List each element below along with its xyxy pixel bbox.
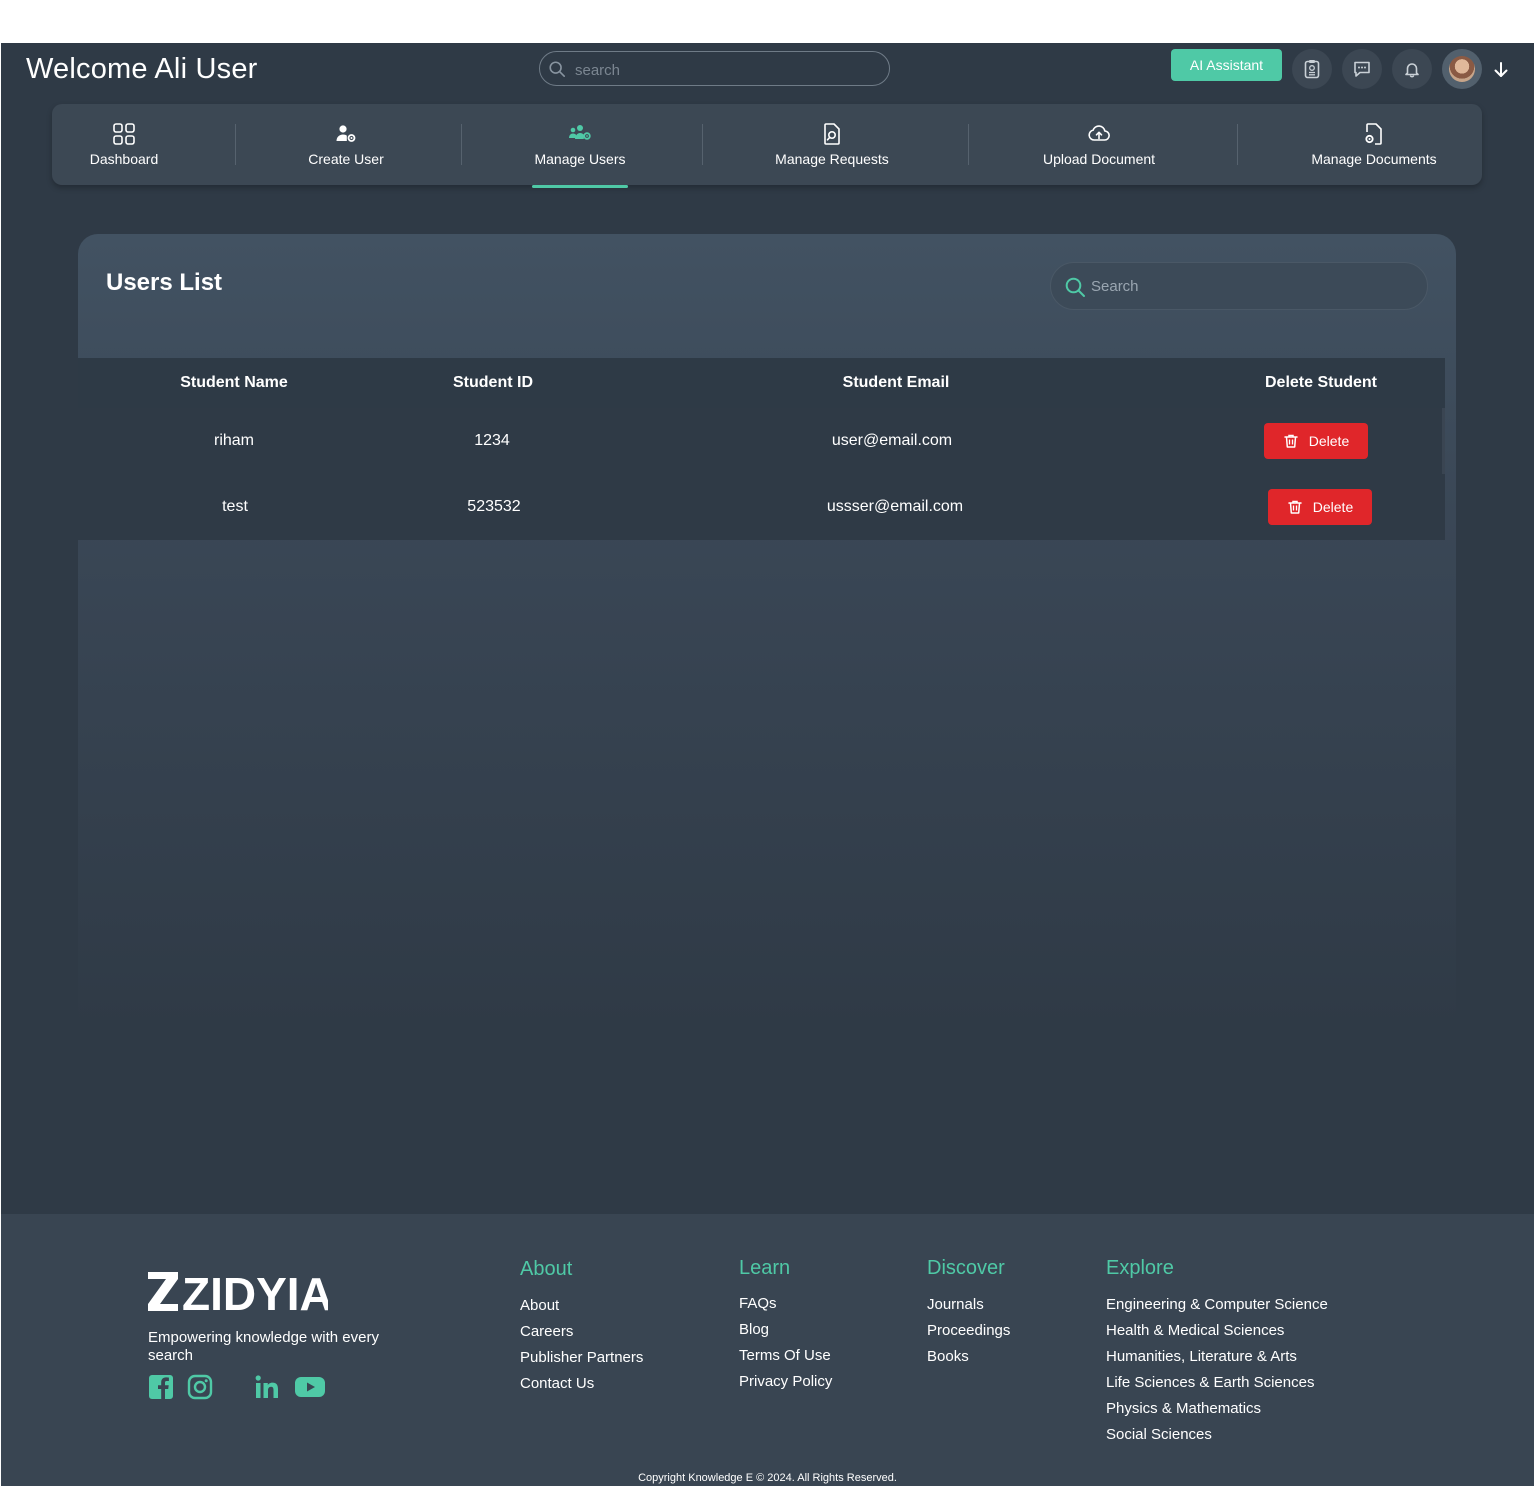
top-search-input[interactable] (575, 59, 875, 81)
footer-link[interactable]: Proceedings (927, 1318, 1010, 1344)
avatar-photo (1449, 56, 1475, 82)
footer-link[interactable]: Publisher Partners (520, 1345, 643, 1371)
copyright-text: Copyright Knowledge E © 2024. All Rights… (638, 1472, 897, 1484)
footer-link[interactable]: Humanities, Literature & Arts (1106, 1344, 1328, 1370)
column-header-delete: Delete Student (1264, 374, 1378, 391)
top-search-box[interactable] (539, 51, 890, 86)
delete-button[interactable]: Delete (1268, 489, 1372, 525)
footer-link[interactable]: Physics & Mathematics (1106, 1396, 1328, 1422)
app-window: Welcome Ali User AI Assistant Dashboard … (1, 43, 1534, 1214)
users-search-input[interactable] (1091, 275, 1411, 297)
footer-link[interactable]: Contact Us (520, 1371, 643, 1397)
nav-item-dashboard[interactable]: Dashboard (86, 104, 162, 185)
users-gear-icon (569, 125, 591, 140)
footer-link[interactable]: About (520, 1293, 643, 1319)
grid-icon (113, 123, 135, 145)
student-name: riham (213, 432, 255, 449)
nav-divider (1237, 124, 1238, 165)
user-gear-icon (336, 125, 356, 142)
bell-icon (1405, 63, 1419, 78)
footer-heading: Discover (927, 1257, 1005, 1279)
users-list-card: Users List Student Name Student ID Stude… (78, 234, 1456, 1031)
document-search-icon (824, 123, 840, 145)
footer-link[interactable]: FAQs (739, 1291, 832, 1317)
notifications-button[interactable] (1392, 49, 1432, 89)
svg-text:ZIDYIA: ZIDYIA (182, 1268, 328, 1316)
nav-item-manage-requests[interactable]: Manage Requests (772, 104, 892, 185)
messages-button[interactable] (1342, 49, 1382, 89)
footer-heading: Explore (1106, 1257, 1174, 1279)
facebook-icon[interactable] (148, 1374, 174, 1400)
welcome-title: Welcome Ali User (26, 53, 258, 85)
footer-heading: About (520, 1258, 573, 1280)
instagram-icon[interactable] (187, 1374, 213, 1400)
column-header-email: Student Email (842, 374, 950, 391)
footer-column-about: About About Careers Publisher Partners C… (520, 1258, 643, 1397)
footer-link[interactable]: Life Sciences & Earth Sciences (1106, 1370, 1328, 1396)
footer-link[interactable]: Careers (520, 1319, 643, 1345)
footer-link[interactable]: Health & Medical Sciences (1106, 1318, 1328, 1344)
card-title: Users List (106, 269, 223, 296)
search-icon (549, 61, 566, 78)
student-id: 1234 (474, 432, 510, 449)
active-tab-indicator (532, 185, 628, 188)
nav-label: Create User (308, 151, 384, 167)
nav-label: Dashboard (89, 151, 159, 167)
delete-button[interactable]: Delete (1264, 423, 1368, 459)
cloud-upload-icon (1088, 125, 1110, 141)
search-icon (1065, 277, 1085, 297)
nav-label: Manage Documents (1311, 151, 1437, 167)
footer-link[interactable]: Blog (739, 1317, 832, 1343)
ai-assistant-button[interactable]: AI Assistant (1171, 49, 1282, 81)
youtube-icon[interactable] (294, 1374, 326, 1400)
nav-divider (702, 124, 703, 165)
nav-divider (461, 124, 462, 165)
arrow-down-icon[interactable] (1492, 61, 1510, 79)
table-row: test 523532 ussser@email.com Delete (78, 474, 1445, 540)
zidyia-logo[interactable]: ZIDYIA (148, 1266, 328, 1316)
nav-label: Upload Document (1042, 151, 1156, 167)
student-email: user@email.com (831, 432, 953, 449)
column-header-name: Student Name (180, 374, 288, 391)
clipboard-button[interactable] (1292, 49, 1332, 89)
nav-divider (968, 124, 969, 165)
nav-item-manage-users[interactable]: Manage Users (532, 104, 628, 185)
users-search-box[interactable] (1050, 262, 1428, 310)
footer-link[interactable]: Engineering & Computer Science (1106, 1292, 1328, 1318)
main-nav: Dashboard Create User Manage Users Manag… (52, 104, 1482, 185)
document-gear-icon (1365, 123, 1382, 145)
student-email: ussser@email.com (826, 498, 964, 515)
delete-label: Delete (1308, 433, 1350, 449)
student-id: 523532 (467, 498, 521, 515)
trash-icon (1284, 434, 1298, 448)
nav-item-manage-documents[interactable]: Manage Documents (1306, 104, 1442, 185)
table-row: riham 1234 user@email.com Delete (78, 408, 1445, 474)
footer-link[interactable]: Social Sciences (1106, 1422, 1328, 1448)
student-name: test (222, 498, 248, 515)
nav-item-upload-document[interactable]: Upload Document (1038, 104, 1160, 185)
footer-heading: Learn (739, 1257, 791, 1279)
nav-label: Manage Requests (775, 151, 889, 167)
site-footer: ZIDYIA Empowering knowledge with every s… (1, 1214, 1534, 1486)
footer-link[interactable]: Books (927, 1344, 1010, 1370)
footer-link[interactable]: Privacy Policy (739, 1369, 832, 1395)
clipboard-icon (1304, 60, 1320, 79)
footer-column-explore: Explore Engineering & Computer Science H… (1106, 1257, 1328, 1448)
footer-column-learn: Learn FAQs Blog Terms Of Use Privacy Pol… (739, 1257, 832, 1395)
column-header-id: Student ID (453, 374, 533, 391)
delete-label: Delete (1312, 499, 1354, 515)
trash-icon (1288, 500, 1302, 514)
footer-column-discover: Discover Journals Proceedings Books (927, 1257, 1010, 1370)
footer-link[interactable]: Journals (927, 1292, 1010, 1318)
table-header: Student Name Student ID Student Email De… (78, 358, 1445, 408)
nav-label: Manage Users (534, 151, 626, 167)
linkedin-icon[interactable] (254, 1374, 280, 1400)
footer-tagline: Empowering knowledge with every search (148, 1329, 379, 1364)
chat-icon (1354, 61, 1370, 77)
footer-link[interactable]: Terms Of Use (739, 1343, 832, 1369)
nav-divider (235, 124, 236, 165)
nav-item-create-user[interactable]: Create User (296, 104, 396, 185)
user-avatar[interactable] (1442, 49, 1482, 89)
